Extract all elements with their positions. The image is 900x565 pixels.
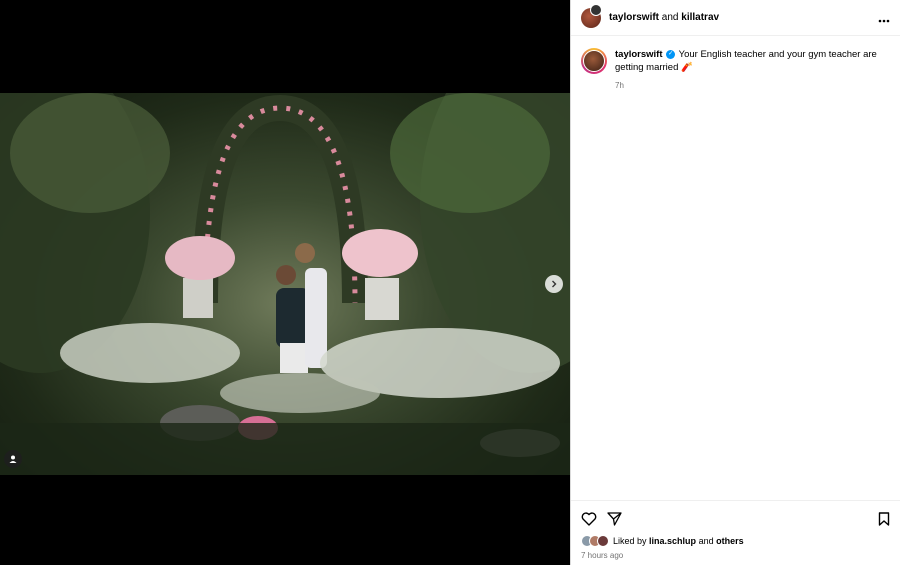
caption-timestamp[interactable]: 7h bbox=[615, 79, 890, 92]
bookmark-icon bbox=[878, 512, 890, 526]
save-button[interactable] bbox=[878, 512, 890, 526]
send-icon bbox=[607, 512, 622, 526]
post-caption: taylorswift ✓ Your English teacher and y… bbox=[571, 36, 900, 92]
media-viewer bbox=[0, 0, 570, 565]
more-options-button[interactable] bbox=[878, 10, 890, 26]
chevron-right-icon bbox=[552, 280, 557, 288]
post-header: taylorswift and killatrav bbox=[571, 0, 900, 36]
collab-avatar[interactable] bbox=[581, 3, 602, 28]
caption-emoji: 🧨 bbox=[681, 62, 693, 73]
user-tag-icon bbox=[9, 455, 17, 463]
liker-username[interactable]: lina.schlup bbox=[649, 536, 696, 546]
caption-username[interactable]: taylorswift bbox=[615, 49, 663, 60]
liker-avatars bbox=[581, 535, 609, 547]
heart-icon bbox=[581, 512, 597, 526]
collab-names: taylorswift and killatrav bbox=[609, 12, 719, 23]
likes-joiner: and bbox=[698, 536, 714, 546]
collaborator-username[interactable]: killatrav bbox=[681, 12, 719, 23]
user-tags-button[interactable] bbox=[4, 450, 22, 468]
likes-summary: Liked by lina.schlup and others bbox=[581, 535, 890, 547]
verified-badge-icon: ✓ bbox=[666, 49, 676, 59]
caption-body: taylorswift ✓ Your English teacher and y… bbox=[615, 48, 890, 92]
like-button[interactable] bbox=[581, 512, 597, 526]
post-photo[interactable] bbox=[0, 93, 570, 475]
author-avatar[interactable] bbox=[581, 48, 607, 74]
action-buttons bbox=[581, 509, 890, 529]
garden-scene bbox=[0, 93, 570, 475]
collab-joiner: and bbox=[661, 12, 679, 23]
post-actions-section: Liked by lina.schlup and others 7 hours … bbox=[571, 500, 900, 560]
share-button[interactable] bbox=[607, 512, 622, 526]
more-horizontal-icon bbox=[878, 19, 890, 22]
post-timestamp[interactable]: 7 hours ago bbox=[581, 551, 890, 560]
likes-others-link[interactable]: others bbox=[716, 536, 744, 546]
next-media-button[interactable] bbox=[545, 275, 563, 293]
author-username[interactable]: taylorswift bbox=[609, 12, 659, 23]
likes-prefix: Liked by bbox=[613, 536, 647, 546]
liker-avatar bbox=[597, 535, 609, 547]
post-side-panel: taylorswift and killatrav taylorswift ✓ … bbox=[570, 0, 900, 565]
